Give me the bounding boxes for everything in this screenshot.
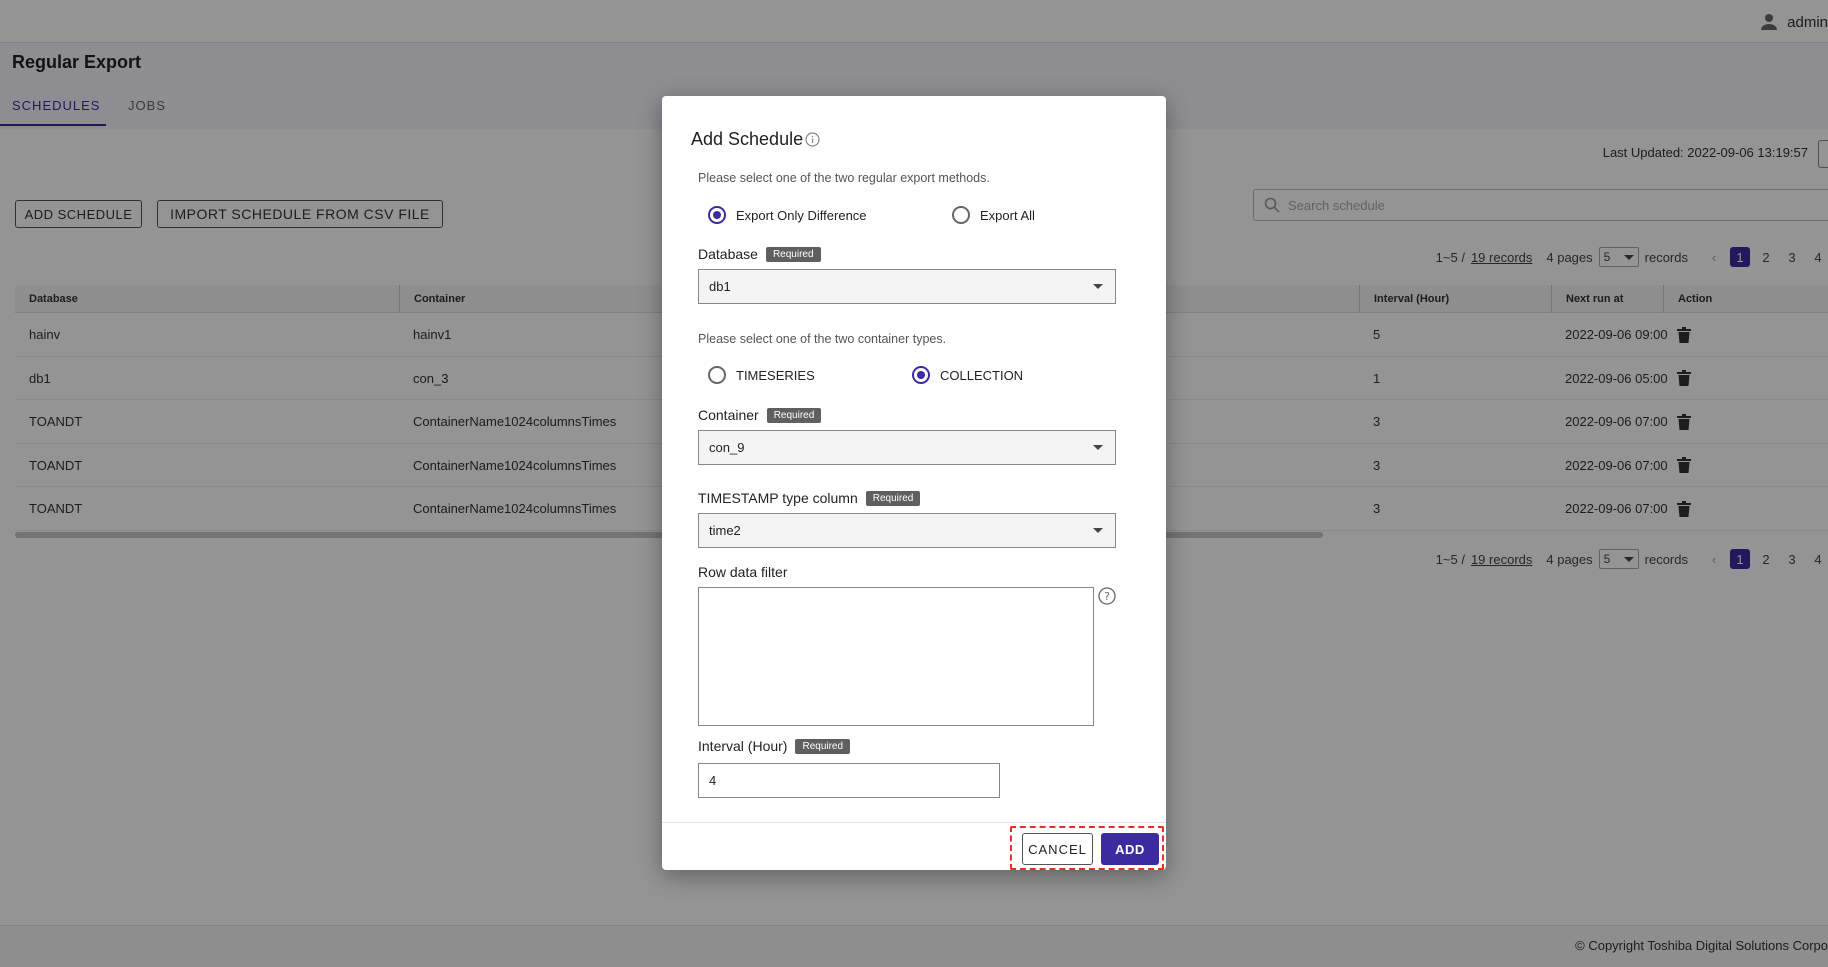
container-select[interactable]: con_9 (698, 430, 1116, 465)
row-filter-label: Row data filter (698, 564, 787, 580)
timestamp-label-text: TIMESTAMP type column (698, 490, 858, 506)
dialog-title-text: Add Schedule (691, 129, 804, 149)
radio-button[interactable] (952, 206, 970, 224)
cancel-button[interactable]: CANCEL (1022, 833, 1093, 865)
help-icon[interactable]: ? (1098, 587, 1116, 605)
radio-button[interactable] (708, 366, 726, 384)
interval-label-text: Interval (Hour) (698, 738, 788, 754)
radio-button[interactable] (912, 366, 930, 384)
required-badge: Required (795, 738, 851, 754)
radio-label: Export Only Difference (736, 207, 867, 223)
chevron-down-icon (1093, 445, 1103, 450)
required-badge: Required (765, 246, 821, 262)
radio-export-all[interactable]: Export All (952, 206, 1035, 224)
interval-label: Interval (Hour) Required (698, 738, 851, 754)
container-type-hint: Please select one of the two container t… (698, 332, 947, 346)
radio-label: COLLECTION (940, 367, 1024, 383)
container-label-text: Container (698, 407, 759, 423)
chevron-down-icon (1093, 284, 1103, 289)
radio-label: Export All (980, 207, 1035, 223)
row-filter-textarea[interactable] (698, 587, 1094, 726)
row-filter-label-text: Row data filter (698, 564, 788, 580)
required-badge: Required (865, 490, 921, 506)
database-label: Database Required (698, 246, 821, 262)
required-badge: Required (766, 407, 822, 423)
svg-text:?: ? (1104, 590, 1110, 603)
add-schedule-dialog: Add Schedule Please select one of the tw… (662, 96, 1166, 870)
radio-collection[interactable]: COLLECTION (912, 366, 1023, 384)
timestamp-label: TIMESTAMP type column Required (698, 490, 921, 506)
radio-timeseries[interactable]: TIMESERIES (708, 366, 815, 384)
radio-button[interactable] (708, 206, 726, 224)
interval-input[interactable]: 4 (698, 763, 1000, 798)
database-value: db1 (709, 279, 731, 294)
dialog-divider (662, 822, 1166, 823)
export-method-hint: Please select one of the two regular exp… (698, 171, 990, 185)
container-value: con_9 (709, 440, 745, 455)
radio-label: TIMESERIES (736, 367, 815, 383)
add-button[interactable]: ADD (1101, 833, 1159, 865)
timestamp-value: time2 (709, 523, 741, 538)
dialog-title: Add Schedule (691, 129, 820, 150)
timestamp-column-select[interactable]: time2 (698, 513, 1116, 548)
radio-export-only-difference[interactable]: Export Only Difference (708, 206, 867, 224)
chevron-down-icon (1093, 528, 1103, 533)
info-icon[interactable] (805, 132, 820, 147)
database-label-text: Database (698, 246, 758, 262)
container-label: Container Required (698, 407, 822, 423)
database-select[interactable]: db1 (698, 269, 1116, 304)
